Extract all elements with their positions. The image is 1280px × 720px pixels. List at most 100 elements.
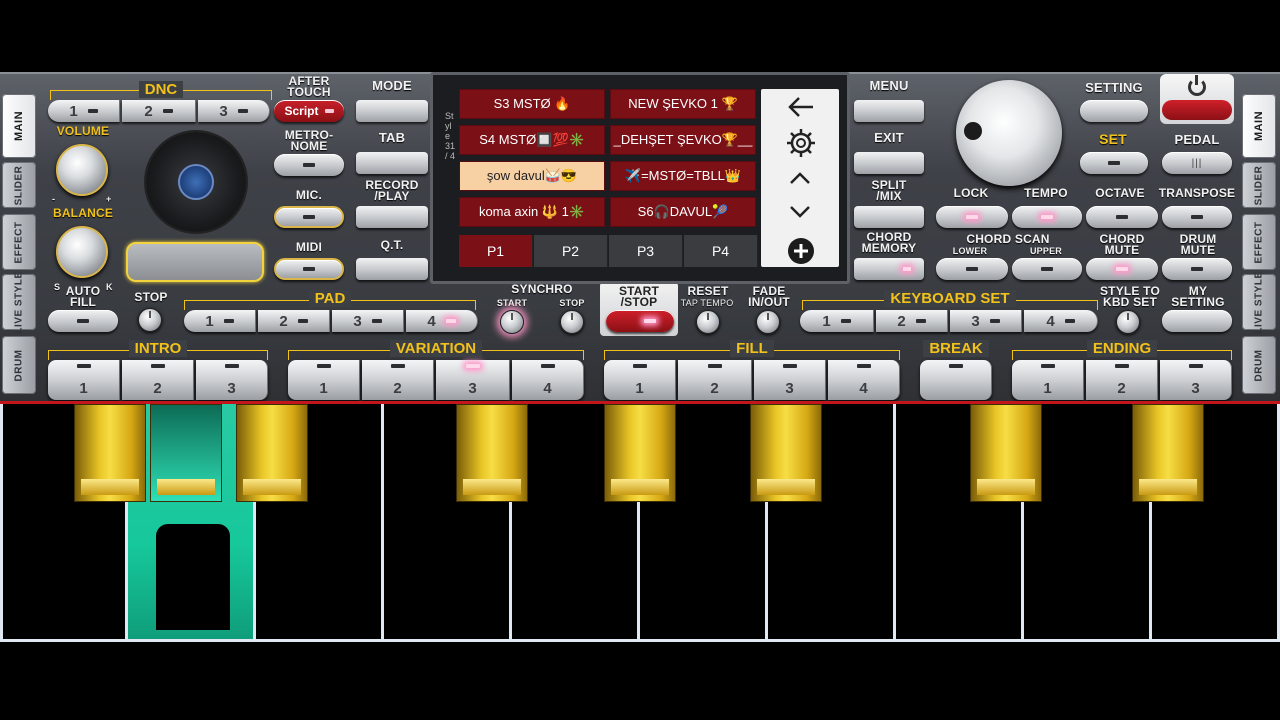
variation-button-1[interactable]: 1 xyxy=(288,360,360,400)
black-key[interactable] xyxy=(456,404,528,502)
chord-scan-lower-button[interactable] xyxy=(936,258,1008,280)
tempo-dial[interactable] xyxy=(956,80,1062,186)
side-tab-live-style-left[interactable]: LIVE STYLE xyxy=(2,271,36,333)
side-tab-live-style-right[interactable]: LIVE STYLE xyxy=(1242,271,1276,333)
chord-scan-upper-button[interactable] xyxy=(1012,258,1082,280)
kbd-set-button-1[interactable]: 1 xyxy=(800,310,874,332)
style-to-kbd-knob[interactable] xyxy=(1116,310,1140,334)
side-tab-drum-right[interactable]: DRUM xyxy=(1242,336,1276,394)
break-button[interactable] xyxy=(920,360,992,400)
menu-button[interactable] xyxy=(854,100,924,122)
octave-button[interactable] xyxy=(1086,206,1158,228)
side-tab-drum-left[interactable]: DRUM xyxy=(2,336,36,394)
dnc-button-3[interactable]: 3 xyxy=(198,100,270,122)
exit-button[interactable] xyxy=(854,152,924,174)
dnc-button-1[interactable]: 1 xyxy=(48,100,120,122)
pad-button-2[interactable]: 2 xyxy=(258,310,330,332)
tab-button[interactable] xyxy=(356,152,428,174)
script-button[interactable]: Script xyxy=(274,100,344,122)
variation-button-2[interactable]: 2 xyxy=(362,360,434,400)
fill-button-2[interactable]: 2 xyxy=(678,360,752,400)
power-button[interactable] xyxy=(1160,74,1234,124)
ending-button-1[interactable]: 1 xyxy=(1012,360,1084,400)
synchro-start-knob[interactable] xyxy=(500,310,524,334)
transpose-button[interactable] xyxy=(1162,206,1232,228)
style-cell[interactable]: koma axin 🔱 1✳️ xyxy=(459,197,605,227)
dnc-joystick[interactable] xyxy=(146,132,246,232)
chord-mute-button[interactable] xyxy=(1086,258,1158,280)
style-cell[interactable]: _DEHŞET ŞEVKO🏆__ xyxy=(610,125,756,155)
ending-button-2[interactable]: 2 xyxy=(1086,360,1158,400)
style-cell[interactable]: S3 MSTØ 🔥 xyxy=(459,89,605,119)
record-play-button[interactable] xyxy=(356,206,428,228)
ending-button-3[interactable]: 3 xyxy=(1160,360,1232,400)
style-cell[interactable]: S4 MSTØ🔲💯✳️ xyxy=(459,125,605,155)
style-cell-selected[interactable]: şow davul🥁😎 xyxy=(459,161,605,191)
pad-stop-knob[interactable] xyxy=(138,308,162,332)
split-mix-button[interactable] xyxy=(854,206,924,228)
setting-button[interactable] xyxy=(1080,100,1148,122)
kbd-set-button-4[interactable]: 4 xyxy=(1024,310,1098,332)
pad-button-4[interactable]: 4 xyxy=(406,310,478,332)
lock-button[interactable] xyxy=(936,206,1008,228)
kbd-set-button-2[interactable]: 2 xyxy=(876,310,948,332)
mic-button[interactable] xyxy=(274,206,344,228)
dnc-button-2[interactable]: 2 xyxy=(122,100,196,122)
back-arrow-icon[interactable] xyxy=(787,95,815,119)
chord-memory-button[interactable] xyxy=(854,258,924,280)
intro-button-2[interactable]: 2 xyxy=(122,360,194,400)
page-tab-p4[interactable]: P4 xyxy=(684,235,758,267)
page-tab-p3[interactable]: P3 xyxy=(609,235,683,267)
reset-knob[interactable] xyxy=(696,310,720,334)
black-key[interactable] xyxy=(750,404,822,502)
side-tab-effect-right[interactable]: EFFECT xyxy=(1242,214,1276,270)
black-key[interactable] xyxy=(236,404,308,502)
black-key[interactable] xyxy=(604,404,676,502)
black-key[interactable] xyxy=(970,404,1042,502)
kbd-set-button-3[interactable]: 3 xyxy=(950,310,1022,332)
black-key[interactable] xyxy=(74,404,146,502)
fade-knob[interactable] xyxy=(756,310,780,334)
pad-button-3[interactable]: 3 xyxy=(332,310,404,332)
intro-button-1[interactable]: 1 xyxy=(48,360,120,400)
balance-knob[interactable] xyxy=(56,226,108,278)
variation-button-4[interactable]: 4 xyxy=(512,360,584,400)
chevron-down-icon[interactable] xyxy=(789,205,811,219)
start-stop-button[interactable] xyxy=(606,310,674,332)
variation-button-3[interactable]: 3 xyxy=(436,360,510,400)
side-tab-slider-right[interactable]: SLIDER xyxy=(1242,162,1276,208)
fill-button-3[interactable]: 3 xyxy=(754,360,826,400)
side-tab-slider-left[interactable]: SLIDER xyxy=(2,162,36,208)
side-tab-main-left[interactable]: MAIN xyxy=(2,94,36,158)
page-tab-p2[interactable]: P2 xyxy=(534,235,608,267)
tempo-button[interactable] xyxy=(1012,206,1082,228)
black-key[interactable] xyxy=(1132,404,1204,502)
mic-label: MIC. xyxy=(295,188,323,202)
black-key-pressed[interactable] xyxy=(150,404,222,502)
intro-button-3[interactable]: 3 xyxy=(196,360,268,400)
set-button[interactable] xyxy=(1080,152,1148,174)
volume-knob[interactable] xyxy=(56,144,108,196)
mode-button[interactable] xyxy=(356,100,428,122)
chevron-up-icon[interactable] xyxy=(789,171,811,185)
qt-button[interactable] xyxy=(356,258,428,280)
fill-button-1[interactable]: 1 xyxy=(604,360,676,400)
auto-fill-button[interactable] xyxy=(48,310,118,332)
side-tab-main-right[interactable]: MAIN xyxy=(1242,94,1276,158)
gear-icon[interactable] xyxy=(785,127,817,159)
fill-button-4[interactable]: 4 xyxy=(828,360,900,400)
side-tab-effect-left[interactable]: EFFECT xyxy=(2,214,36,270)
pedal-button[interactable]: ||| xyxy=(1162,152,1232,174)
style-cell[interactable]: NEW ŞEVKO 1 🏆 xyxy=(610,89,756,119)
style-cell[interactable]: S6🎧DAVUL🎾 xyxy=(610,197,756,227)
drum-mute-button[interactable] xyxy=(1162,258,1232,280)
metronome-button[interactable] xyxy=(274,154,344,176)
midi-button[interactable] xyxy=(274,258,344,280)
plus-circle-icon[interactable] xyxy=(787,237,815,265)
page-tab-p1[interactable]: P1 xyxy=(459,235,533,267)
my-setting-button[interactable] xyxy=(1162,310,1232,332)
style-cell[interactable]: ✈️=MSTØ=TBLL👑 xyxy=(610,161,756,191)
synchro-stop-knob[interactable] xyxy=(560,310,584,334)
assignable-pad-display[interactable] xyxy=(126,242,264,282)
pad-button-1[interactable]: 1 xyxy=(184,310,256,332)
